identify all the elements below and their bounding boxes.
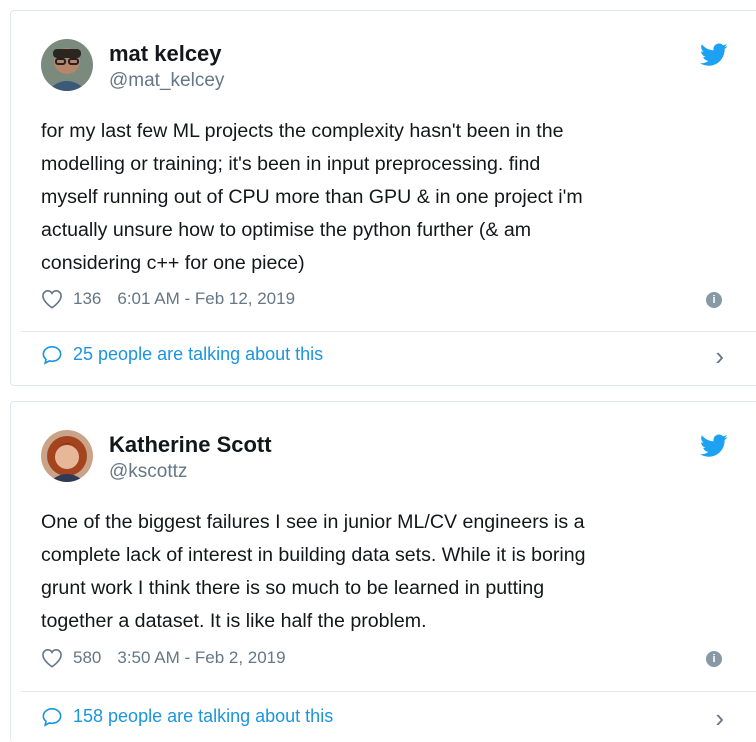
talking-about-link[interactable]: 25 people are talking about this bbox=[41, 344, 323, 365]
twitter-bird-icon[interactable] bbox=[700, 43, 728, 67]
tweet-header: mat kelcey @mat_kelcey bbox=[41, 39, 721, 97]
tweet-meta: 136 6:01 AM - Feb 12, 2019 bbox=[41, 287, 295, 311]
tweet-header: Katherine Scott @kscottz bbox=[41, 430, 721, 488]
heart-icon[interactable] bbox=[41, 289, 63, 309]
info-icon[interactable]: i bbox=[706, 651, 722, 667]
like-count[interactable]: 136 bbox=[73, 289, 101, 309]
heart-icon[interactable] bbox=[41, 648, 63, 668]
author-handle[interactable]: @mat_kelcey bbox=[109, 70, 224, 92]
tweet-text: One of the biggest failures I see in jun… bbox=[41, 511, 586, 632]
talking-about-label[interactable]: 158 people are talking about this bbox=[73, 706, 333, 727]
talking-about-link[interactable]: 158 people are talking about this bbox=[41, 706, 333, 727]
tweet-card[interactable]: mat kelcey @mat_kelcey for my last few M… bbox=[10, 10, 756, 386]
divider bbox=[21, 331, 756, 332]
avatar[interactable] bbox=[41, 39, 93, 91]
talking-about-label[interactable]: 25 people are talking about this bbox=[73, 344, 323, 365]
chevron-right-icon[interactable]: › bbox=[715, 705, 724, 731]
like-count[interactable]: 580 bbox=[73, 648, 101, 668]
divider bbox=[21, 691, 756, 692]
twitter-bird-icon[interactable] bbox=[700, 434, 728, 458]
author-name[interactable]: mat kelcey bbox=[109, 41, 222, 67]
timestamp[interactable]: 3:50 AM - Feb 2, 2019 bbox=[117, 648, 285, 668]
author-handle[interactable]: @kscottz bbox=[109, 461, 187, 483]
chat-bubble-icon bbox=[42, 345, 62, 365]
info-icon[interactable]: i bbox=[706, 292, 722, 308]
tweet-text: for my last few ML projects the complexi… bbox=[41, 120, 583, 274]
tweet-card[interactable]: Katherine Scott @kscottz One of the bigg… bbox=[10, 401, 756, 742]
tweet-meta: 580 3:50 AM - Feb 2, 2019 bbox=[41, 646, 286, 670]
chevron-right-icon[interactable]: › bbox=[715, 343, 724, 369]
avatar[interactable] bbox=[41, 430, 93, 482]
author-name[interactable]: Katherine Scott bbox=[109, 432, 272, 458]
chat-bubble-icon bbox=[42, 707, 62, 727]
timestamp[interactable]: 6:01 AM - Feb 12, 2019 bbox=[117, 289, 295, 309]
